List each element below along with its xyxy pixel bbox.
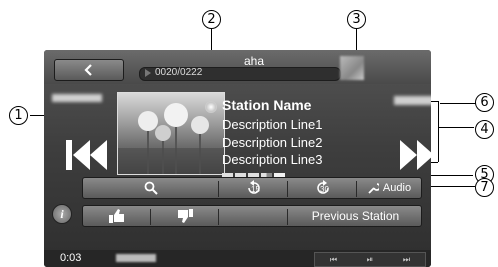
blurred-label-right [394,96,431,105]
chevron-left-icon [84,64,92,76]
blurred-label-left [52,94,102,102]
station-icon [205,101,217,113]
rewind-label: 15 [251,184,260,194]
elapsed-time: 0:03 [60,252,82,264]
callout-1: 1 [9,106,28,125]
mini-next-icon[interactable]: ⏭ [403,255,410,265]
previous-station-button[interactable]: Previous Station [288,206,423,226]
skip-next-button[interactable] [399,140,431,175]
callout-7: 7 [475,178,494,197]
app-logo [340,56,364,80]
thumbs-up-icon [108,209,124,223]
track-counter: 0020/0222 [155,67,203,78]
mini-prev-icon[interactable]: ⏮ [330,255,337,265]
description-line-2: Description Line2 [222,135,323,150]
description-line-1: Description Line1 [222,117,323,132]
description-line-3: Description Line3 [222,152,323,167]
control-bar-top: 15 30 Audio [82,177,422,199]
skip-previous-button[interactable] [66,140,108,175]
thumbs-down-icon [177,209,193,223]
mini-play-pause-icon[interactable]: ⏯ [367,255,373,265]
callout-3: 3 [347,10,366,29]
audio-label: Audio [382,182,412,194]
audio-button[interactable]: Audio [357,178,421,198]
callout-6: 6 [475,93,494,112]
search-button[interactable] [83,178,218,198]
thumbs-up-button[interactable] [83,206,150,226]
forward-label: 30 [320,184,329,194]
forward-30-button[interactable]: 30 [288,178,356,198]
callout-4: 4 [475,120,494,139]
app-title: aha [243,54,265,68]
progress-bar[interactable]: 0020/0222 [139,67,341,81]
device-screen: aha 0020/0222 Station Name Description L… [44,50,431,267]
thumbs-down-button[interactable] [151,206,218,226]
skip-next-icon [400,140,431,170]
search-icon [144,181,158,195]
status-icons [116,254,156,262]
wrench-icon [368,183,379,194]
skip-previous-icon [66,140,107,170]
play-indicator-icon [145,69,151,77]
empty-slot-button[interactable] [219,206,287,226]
status-bar: 0:03 ⏮ ⏯ ⏭ [44,250,431,267]
mini-transport[interactable]: ⏮ ⏯ ⏭ [314,252,426,267]
info-icon[interactable]: i [52,204,72,224]
back-button[interactable] [54,59,124,81]
station-name: Station Name [222,97,312,113]
control-bar-bottom: Previous Station [82,205,422,227]
callout-2: 2 [202,10,221,29]
rewind-15-button[interactable]: 15 [219,178,287,198]
